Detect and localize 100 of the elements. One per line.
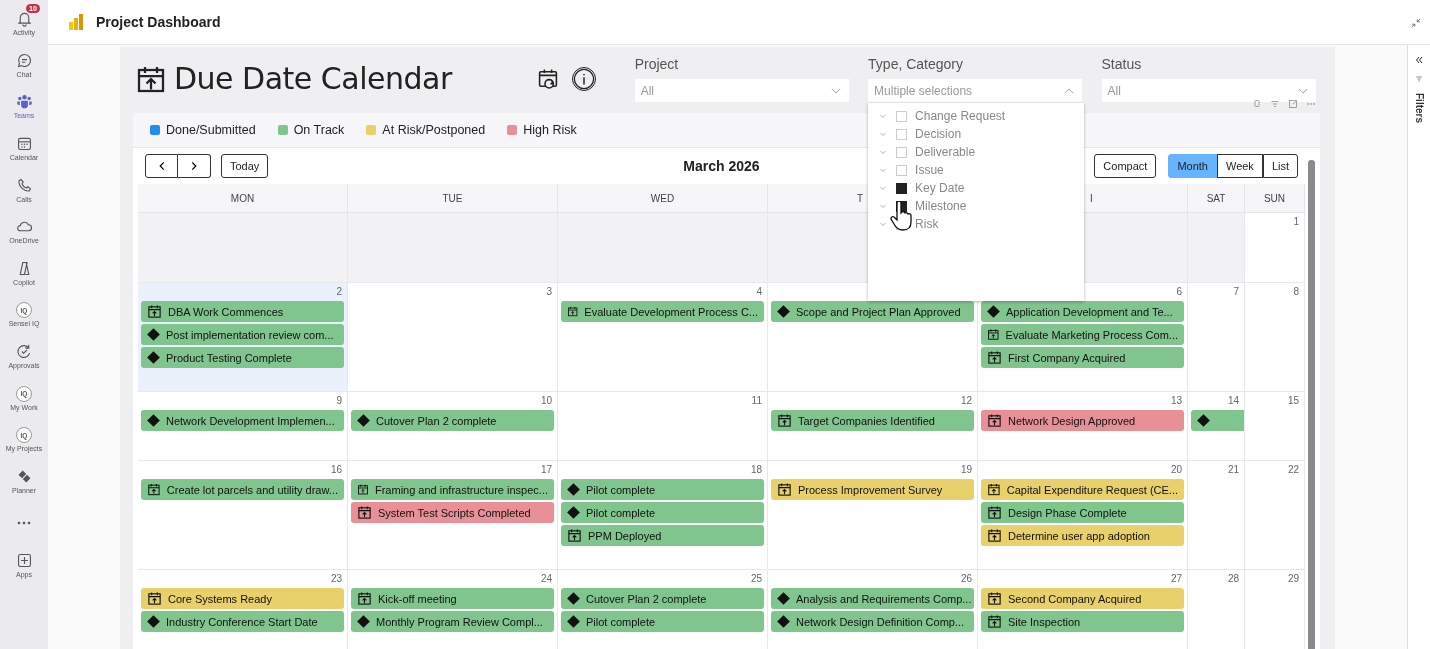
event-chip[interactable]: Network Design Approved <box>981 410 1184 431</box>
day-cell[interactable] <box>138 213 348 283</box>
day-number: 17 <box>540 463 553 477</box>
day-cell[interactable]: 11 <box>558 392 768 461</box>
event-chip[interactable]: Target Companies Identified <box>771 410 974 431</box>
calendar-task-icon <box>147 591 162 606</box>
day-cell[interactable]: 24 Kick-off meeting Monthly Program Review Compl... <box>348 570 558 649</box>
option-label: Change Request <box>915 109 1006 123</box>
slicer-label: Status <box>1101 56 1142 72</box>
day-cell[interactable]: 2 DBA Work Commences Post implementation review com... Product Testing Complete <box>138 283 348 392</box>
event-chip[interactable]: Cutover Plan 2 complete <box>561 588 764 609</box>
legend-label: Done/Submitted <box>166 123 256 137</box>
legend-label: On Track <box>293 123 345 137</box>
calendar-task-icon <box>987 591 1002 606</box>
event-chip[interactable]: Pilot complete <box>561 502 764 523</box>
calendar-task-icon <box>567 304 579 319</box>
event-chip[interactable]: Cutover Plan 2 complete <box>351 410 554 431</box>
event-chip[interactable]: Core Systems Ready <box>141 588 344 609</box>
hand-cursor-icon <box>890 201 913 231</box>
day-cell[interactable]: 19 Process Improvement Survey <box>768 461 978 570</box>
day-cell[interactable]: 4 Evaluate Development Process C... <box>558 283 768 392</box>
day-cell[interactable] <box>348 213 558 283</box>
day-number: 28 <box>1227 572 1240 586</box>
day-cell[interactable]: 13 Network Design Approved <box>978 392 1188 461</box>
day-cell[interactable]: 25 Cutover Plan 2 complete Pilot complete <box>558 570 768 649</box>
event-chip[interactable]: Post implementation review com... <box>141 324 344 345</box>
event-chip[interactable]: PPM Deployed <box>561 525 764 546</box>
event-chip[interactable]: Framing and infrastructure inspec... <box>351 479 554 500</box>
day-cell[interactable]: 10 Cutover Plan 2 complete <box>348 392 558 461</box>
previous-button[interactable] <box>145 154 178 178</box>
day-cell[interactable]: 21 <box>1188 461 1245 570</box>
event-chip[interactable]: Design Phase Complete <box>981 502 1184 523</box>
compact-button[interactable]: Compact <box>1094 154 1157 178</box>
event-chip[interactable]: Monthly Program Review Compl... <box>351 611 554 632</box>
event-chip[interactable]: Application Development and Te... <box>981 301 1184 322</box>
expand-pane-icon <box>1414 55 1424 65</box>
day-cell[interactable]: 6 Application Development and Te... Evaluate Marketing Process Com... First Company Acquired <box>978 283 1188 392</box>
power-bi-logo <box>68 13 84 31</box>
event-chip[interactable] <box>1191 410 1244 431</box>
day-number: 1 <box>1293 215 1300 229</box>
day-cell[interactable]: 16 Create lot parcels and utility draw... <box>138 461 348 570</box>
day-cell[interactable]: 18 Pilot complete Pilot complete PPM Deployed <box>558 461 768 570</box>
filters-pane-label[interactable]: Filters <box>1413 93 1425 123</box>
day-number: 14 <box>1227 394 1240 408</box>
day-cell[interactable]: 14 <box>1188 392 1245 461</box>
event-chip[interactable]: Process Improvement Survey <box>771 479 974 500</box>
day-cell[interactable] <box>558 213 768 283</box>
day-cell[interactable]: Scope and Project Plan Approved <box>768 283 978 392</box>
calendar-task-icon <box>987 482 1001 497</box>
event-chip[interactable]: Kick-off meeting <box>351 588 554 609</box>
day-number: 22 <box>1287 463 1300 477</box>
day-cell[interactable]: 12 Target Companies Identified <box>768 392 978 461</box>
view-tab[interactable]: Week <box>1216 154 1263 178</box>
add-app-icon <box>15 551 33 569</box>
event-chip[interactable]: Scope and Project Plan Approved <box>771 301 974 322</box>
collapse-icon <box>1410 17 1422 29</box>
event-chip[interactable]: Site Inspection <box>981 611 1184 632</box>
event-chip[interactable]: Pilot complete <box>561 479 764 500</box>
people-icon <box>15 93 33 111</box>
day-number: 25 <box>750 572 763 586</box>
event-chip[interactable]: Industry Conference Start Date <box>141 611 344 632</box>
day-cell[interactable]: 28 <box>1188 570 1245 649</box>
event-chip[interactable]: Pilot complete <box>561 611 764 632</box>
event-chip[interactable]: Analysis and Requirements Comp... <box>771 588 974 609</box>
calendar-task-icon <box>987 350 1002 365</box>
day-cell[interactable]: 26 Analysis and Requirements Comp... Network Design Definition Comp... <box>768 570 978 649</box>
event-chip[interactable]: First Company Acquired <box>981 347 1184 368</box>
event-chip[interactable]: Capital Expenditure Request (CE... <box>981 479 1184 500</box>
view-tab[interactable]: Month <box>1168 154 1217 178</box>
info-icon[interactable] <box>571 67 596 91</box>
day-cell[interactable]: 17 Framing and infrastructure inspec... System Test Scripts Completed <box>348 461 558 570</box>
chat-icon <box>15 51 33 69</box>
event-chip[interactable]: Determine user app adoption <box>981 525 1184 546</box>
day-cell[interactable]: 7 <box>1188 283 1245 392</box>
day-number: 8 <box>1293 285 1300 299</box>
day-cell[interactable]: 3 <box>348 283 558 392</box>
weekday-header: WED <box>558 184 768 213</box>
event-chip[interactable]: Evaluate Development Process C... <box>561 301 764 322</box>
next-button[interactable] <box>178 154 211 178</box>
today-button[interactable]: Today <box>221 154 269 178</box>
calendar-task-icon <box>987 505 1002 520</box>
day-cell[interactable]: 9 Network Development Implemen... <box>138 392 348 461</box>
event-chip[interactable]: Second Company Acquired <box>981 588 1184 609</box>
event-chip[interactable]: DBA Work Commences <box>141 301 344 322</box>
day-cell[interactable]: 23 Core Systems Ready Industry Conference Start Date <box>138 570 348 649</box>
event-chip[interactable]: Create lot parcels and utility draw... <box>141 479 344 500</box>
event-chip[interactable]: Network Design Definition Comp... <box>771 611 974 632</box>
event-chip[interactable]: Product Testing Complete <box>141 347 344 368</box>
view-tab[interactable]: List <box>1262 154 1298 178</box>
weekday-header: MON <box>138 184 348 213</box>
event-chip[interactable]: Evaluate Marketing Process Com... <box>981 324 1184 345</box>
day-number: 19 <box>960 463 973 477</box>
checkbox[interactable] <box>896 182 908 194</box>
event-chip[interactable]: System Test Scripts Completed <box>351 502 554 523</box>
more-icon[interactable] <box>17 521 31 526</box>
day-cell[interactable] <box>1188 213 1245 283</box>
day-number: 9 <box>336 394 343 408</box>
day-cell[interactable]: 27 Second Company Acquired Site Inspection <box>978 570 1188 649</box>
event-chip[interactable]: Network Development Implemen... <box>141 410 344 431</box>
day-cell[interactable]: 20 Capital Expenditure Request (CE... Design Phase Complete Determine user app adoption <box>978 461 1188 570</box>
